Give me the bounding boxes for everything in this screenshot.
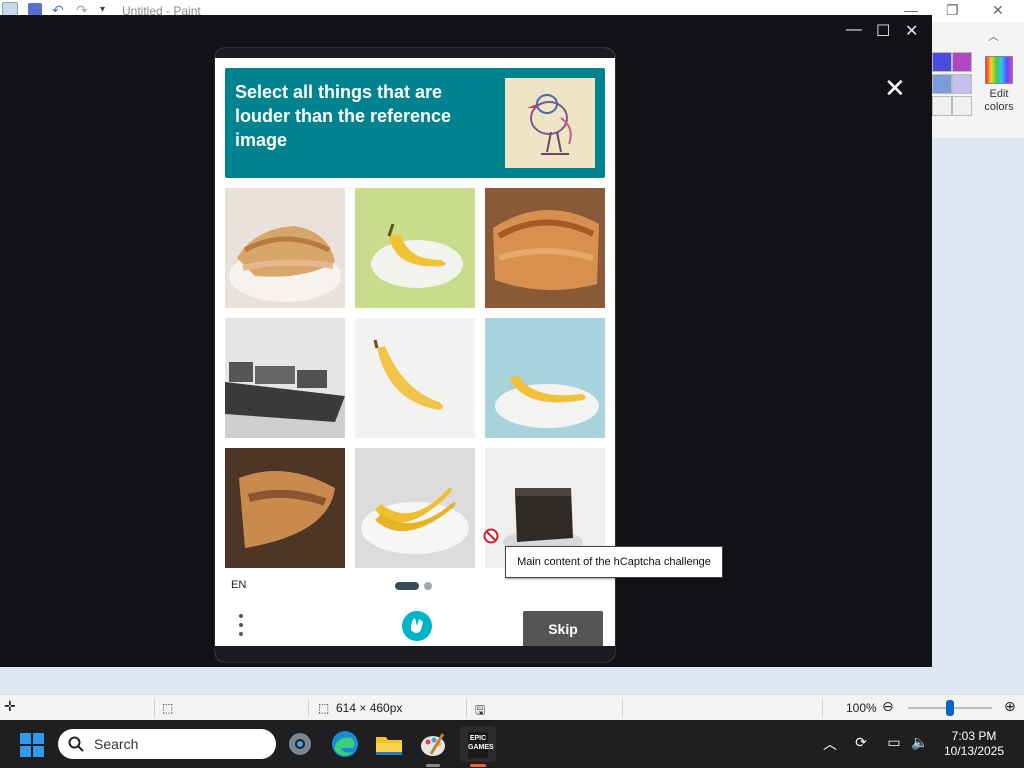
captcha-bottom-bar: [215, 646, 615, 662]
clock-date: 10/13/2025: [943, 744, 1005, 758]
color-swatch[interactable]: [932, 52, 952, 72]
zoom-slider-thumb[interactable]: [946, 700, 954, 716]
image-tile-bananas[interactable]: [355, 448, 475, 568]
overlay-maximize-icon[interactable]: ☐: [876, 21, 890, 41]
sync-icon[interactable]: ⟳: [851, 734, 871, 754]
zoom-out-icon[interactable]: ⊖: [882, 698, 894, 715]
color-swatch[interactable]: [932, 74, 952, 94]
settings-icon[interactable]: [284, 728, 316, 760]
tooltip: Main content of the hCaptcha challenge: [505, 546, 723, 578]
edit-colors-icon: [985, 56, 1013, 84]
windows-logo-icon: [20, 733, 44, 757]
search-icon: [68, 736, 84, 752]
paint-status-bar: ✛ ⬚ ⬚ 614 × 460px 🖫 100% ⊖ ⊕: [0, 694, 1024, 721]
image-tile-ship[interactable]: [225, 318, 345, 438]
start-button[interactable]: [20, 733, 44, 757]
reference-image: [505, 78, 595, 168]
hcaptcha-logo-icon: [401, 610, 433, 642]
epic-games-icon[interactable]: EPIC GAMES: [460, 726, 496, 762]
cursor-position-icon: ✛: [4, 698, 16, 714]
page-dot: [424, 582, 432, 590]
paint-icon[interactable]: [417, 728, 449, 760]
image-tile-banana[interactable]: [355, 318, 475, 438]
volume-muted-icon[interactable]: 🔈: [910, 734, 930, 754]
paint-canvas-background: [0, 667, 1024, 694]
color-swatch[interactable]: [952, 96, 972, 116]
file-explorer-icon[interactable]: [373, 728, 405, 760]
paint-canvas-background: [932, 138, 1024, 694]
system-clock[interactable]: 7:03 PM 10/13/2025: [936, 729, 1012, 759]
image-tile-banana[interactable]: [485, 318, 605, 438]
color-swatch[interactable]: [932, 96, 952, 116]
selection-size-icon: ⬚: [162, 701, 174, 715]
image-grid: [225, 188, 605, 568]
image-tile-pie[interactable]: [225, 448, 345, 568]
zoom-level: 100%: [846, 701, 877, 715]
canvas-size-icon: ⬚: [318, 701, 330, 715]
image-tile-pie[interactable]: [225, 188, 345, 308]
epic-running-indicator: [470, 764, 486, 767]
captcha-top-bar: [215, 48, 615, 58]
challenge-prompt: Select all things that are louder than t…: [225, 68, 605, 178]
skip-button[interactable]: Skip: [523, 611, 603, 647]
epic-games-label: EPIC GAMES: [468, 732, 494, 758]
prompt-text: Select all things that are louder than t…: [235, 82, 452, 150]
bird-sketch-image: [505, 78, 595, 168]
close-challenge-icon[interactable]: ✕: [884, 75, 906, 101]
paint-close-icon[interactable]: ✕: [992, 2, 1004, 19]
paint-running-indicator: [426, 764, 440, 767]
file-size-icon: 🖫: [475, 703, 486, 717]
zoom-in-icon[interactable]: ⊕: [1004, 698, 1016, 715]
clock-time: 7:03 PM: [951, 729, 997, 743]
edit-colors-button[interactable]: Edit colors: [976, 56, 1022, 114]
collapse-ribbon-icon[interactable]: ︿: [988, 28, 999, 44]
taskbar-search-box[interactable]: Search: [58, 729, 276, 759]
canvas-size-text: 614 × 460px: [336, 701, 403, 715]
edge-icon[interactable]: [329, 728, 361, 760]
not-allowed-cursor-icon: [483, 528, 499, 549]
menu-icon[interactable]: [239, 614, 245, 641]
image-tile-pie[interactable]: [485, 188, 605, 308]
taskbar: Search EPIC GAMES ︿ ⟳ ▭ 🔈 7:03 PM 10/13/…: [0, 720, 1024, 768]
color-swatch[interactable]: [952, 74, 972, 94]
page-indicator: [395, 582, 432, 590]
display-icon[interactable]: ▭: [884, 734, 904, 754]
overlay-close-icon[interactable]: ✕: [905, 21, 918, 41]
paint-restore-icon[interactable]: ❐: [946, 2, 959, 19]
show-hidden-icons-chevron-icon[interactable]: ︿: [820, 734, 840, 754]
edit-colors-label: Edit colors: [984, 88, 1014, 113]
paint-colors-group: ︿ Edit colors: [932, 22, 1024, 139]
search-label: Search: [94, 736, 139, 752]
color-swatch[interactable]: [952, 52, 972, 72]
overlay-minimize-icon[interactable]: —: [846, 21, 862, 39]
image-tile-banana[interactable]: [355, 188, 475, 308]
language-selector[interactable]: EN: [231, 579, 246, 591]
page-dot-active: [395, 582, 419, 590]
